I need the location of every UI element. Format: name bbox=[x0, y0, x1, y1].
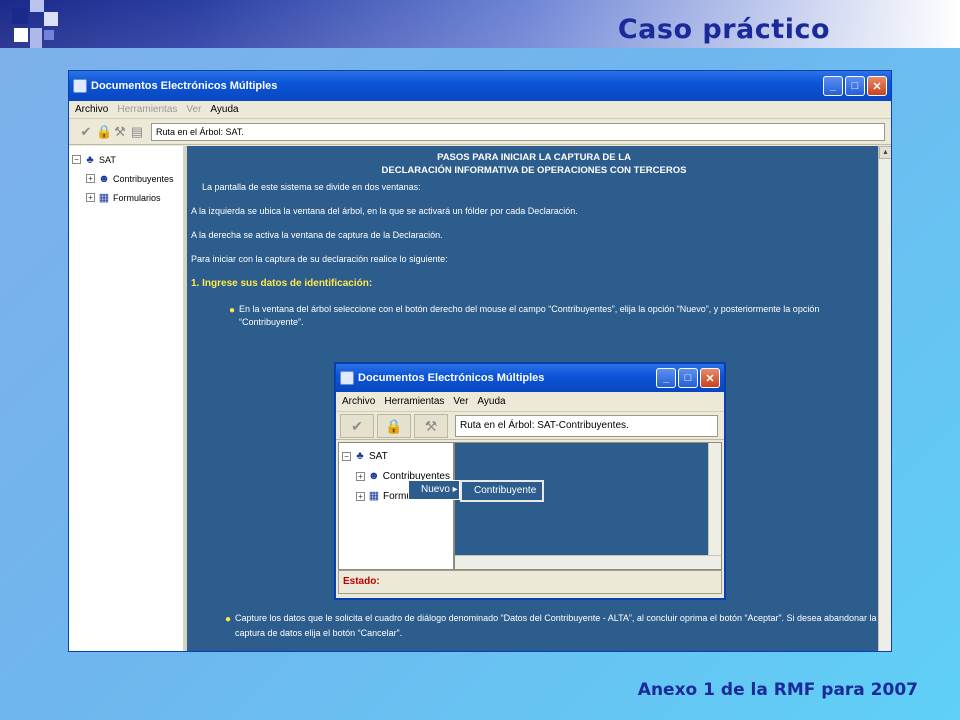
window-title: Documentos Electrónicos Múltiples bbox=[91, 80, 278, 92]
expand-icon: + bbox=[356, 491, 365, 501]
lock-icon[interactable]: 🔒 bbox=[96, 124, 112, 140]
menu-herramientas[interactable]: Herramientas bbox=[117, 104, 177, 115]
decorative-square bbox=[30, 0, 44, 12]
bullet-text: Capture los datos que le solicita el cua… bbox=[235, 613, 877, 638]
collapse-icon[interactable]: − bbox=[72, 155, 81, 164]
toolbar: ✔ 🔒 ⚒ Ruta en el Árbol: SAT-Contribuyent… bbox=[336, 412, 724, 440]
decorative-square bbox=[44, 30, 54, 40]
menu-bar: Archivo Herramientas Ver Ayuda bbox=[336, 392, 724, 412]
sat-logo-icon: ♣ bbox=[86, 153, 94, 166]
tree-node-label: Contribuyentes bbox=[113, 173, 174, 184]
submenu-contribuyente: Contribuyente bbox=[460, 480, 544, 502]
check-icon[interactable]: ✔ bbox=[79, 124, 93, 140]
bullet-item: ● En la ventana del árbol seleccione con… bbox=[191, 303, 877, 329]
tree-path-field: Ruta en el Árbol: SAT-Contribuyentes. bbox=[455, 414, 718, 437]
person-icon: ☻ bbox=[368, 470, 380, 482]
vertical-scrollbar[interactable]: ▲ bbox=[878, 146, 891, 651]
menu-archivo: Archivo bbox=[342, 396, 376, 407]
sat-logo-icon: ♣ bbox=[356, 450, 364, 462]
vertical-scrollbar bbox=[708, 443, 721, 555]
context-menu-label: Nuevo bbox=[421, 484, 450, 495]
decorative-square bbox=[12, 8, 28, 24]
lightbulb-icon: ● bbox=[229, 305, 236, 316]
tree-node-sat[interactable]: − ♣ SAT bbox=[72, 150, 180, 169]
tree-node-label: Formularios bbox=[113, 192, 161, 203]
menu-bar: Archivo Herramientas Ver Ayuda bbox=[69, 101, 891, 119]
maximize-button[interactable]: □ bbox=[845, 76, 865, 96]
forms-icon: ▦ bbox=[98, 191, 110, 204]
instruction-paragraph: La pantalla de este sistema se divide en… bbox=[202, 182, 421, 192]
tree-path-field: Ruta en el Árbol: SAT. bbox=[151, 122, 885, 141]
tools-icon: ⚒ bbox=[414, 413, 448, 438]
tools-icon[interactable]: ⚒ bbox=[113, 124, 127, 140]
capture-panel bbox=[454, 442, 722, 570]
menu-ayuda[interactable]: Ayuda bbox=[210, 104, 238, 115]
status-label: Estado: bbox=[343, 576, 380, 587]
slide-title: Caso práctico bbox=[617, 14, 830, 45]
tree-node-contribuyentes[interactable]: + ☻ Contribuyentes bbox=[72, 169, 180, 188]
menu-archivo[interactable]: Archivo bbox=[75, 104, 108, 115]
expand-icon[interactable]: + bbox=[86, 193, 95, 202]
bullet-item: ● Capture los datos que le solicita el c… bbox=[223, 611, 877, 641]
minimize-button: _ bbox=[656, 368, 676, 388]
decorative-square bbox=[14, 28, 28, 42]
tree-node-label: SAT bbox=[99, 154, 116, 165]
menu-ayuda: Ayuda bbox=[477, 396, 506, 407]
tree-panel: − ♣ SAT + ☻ Contribuyentes + ▦ Formulari… bbox=[69, 146, 187, 651]
app-icon bbox=[340, 371, 354, 385]
window-titlebar: Documentos Electrónicos Múltiples _ □ ✕ bbox=[336, 364, 724, 392]
section-heading: 1. Ingrese sus datos de identificación: bbox=[191, 278, 373, 289]
bullet-text: En la ventana del árbol seleccione con e… bbox=[239, 304, 820, 327]
scroll-up-icon[interactable]: ▲ bbox=[879, 146, 891, 159]
expand-icon[interactable]: + bbox=[86, 174, 95, 183]
submenu-label: Contribuyente bbox=[474, 485, 537, 496]
decorative-square bbox=[30, 28, 42, 48]
menu-herramientas: Herramientas bbox=[384, 396, 445, 407]
check-icon: ✔ bbox=[340, 413, 374, 438]
window-title: Documentos Electrónicos Múltiples bbox=[358, 372, 545, 384]
tree-panel: − ♣ SAT + ☻ Contribuyentes + ▦ Formu bbox=[338, 442, 454, 570]
instructions-heading-line1: PASOS PARA INICIAR LA CAPTURA DE LA bbox=[437, 152, 631, 163]
menu-ver: Ver bbox=[453, 396, 469, 407]
lock-icon: 🔒 bbox=[377, 413, 411, 438]
instruction-paragraph: Para iniciar con la captura de su declar… bbox=[191, 254, 448, 264]
window-body: − ♣ SAT + ☻ Contribuyentes + ▦ Formu bbox=[338, 442, 722, 570]
menu-ver[interactable]: Ver bbox=[186, 104, 201, 115]
lightbulb-icon: ● bbox=[225, 614, 232, 625]
forms-icon: ▦ bbox=[368, 490, 380, 502]
collapse-icon: − bbox=[342, 451, 351, 461]
close-button: ✕ bbox=[700, 368, 720, 388]
horizontal-scrollbar bbox=[455, 555, 721, 569]
status-bar: Estado: bbox=[338, 570, 722, 594]
person-icon: ☻ bbox=[98, 172, 110, 185]
toolbar: ✔ 🔒 ⚒ ▤ Ruta en el Árbol: SAT. bbox=[69, 119, 891, 145]
window-titlebar[interactable]: Documentos Electrónicos Múltiples _ □ ✕ bbox=[69, 71, 891, 101]
app-icon bbox=[73, 79, 87, 93]
tree-node-label: SAT bbox=[369, 450, 388, 462]
expand-icon: + bbox=[356, 471, 365, 481]
tree-node-formularios[interactable]: + ▦ Formularios bbox=[72, 188, 180, 207]
embedded-window-screenshot: Documentos Electrónicos Múltiples _ □ ✕ … bbox=[334, 362, 726, 600]
instruction-paragraph: A la derecha se activa la ventana de cap… bbox=[191, 230, 443, 240]
close-button[interactable]: ✕ bbox=[867, 76, 887, 96]
instruction-paragraph: A la izquierda se ubica la ventana del á… bbox=[191, 206, 578, 216]
minimize-button[interactable]: _ bbox=[823, 76, 843, 96]
instructions-heading-line2: DECLARACIÓN INFORMATIVA DE OPERACIONES C… bbox=[381, 165, 687, 176]
slide-footer: Anexo 1 de la RMF para 2007 bbox=[637, 680, 918, 700]
tree-node-sat: − ♣ SAT bbox=[342, 446, 450, 466]
maximize-button: □ bbox=[678, 368, 698, 388]
context-menu-nuevo: Nuevo ▸ bbox=[408, 480, 460, 500]
document-icon[interactable]: ▤ bbox=[130, 124, 144, 140]
decorative-square bbox=[44, 12, 58, 26]
